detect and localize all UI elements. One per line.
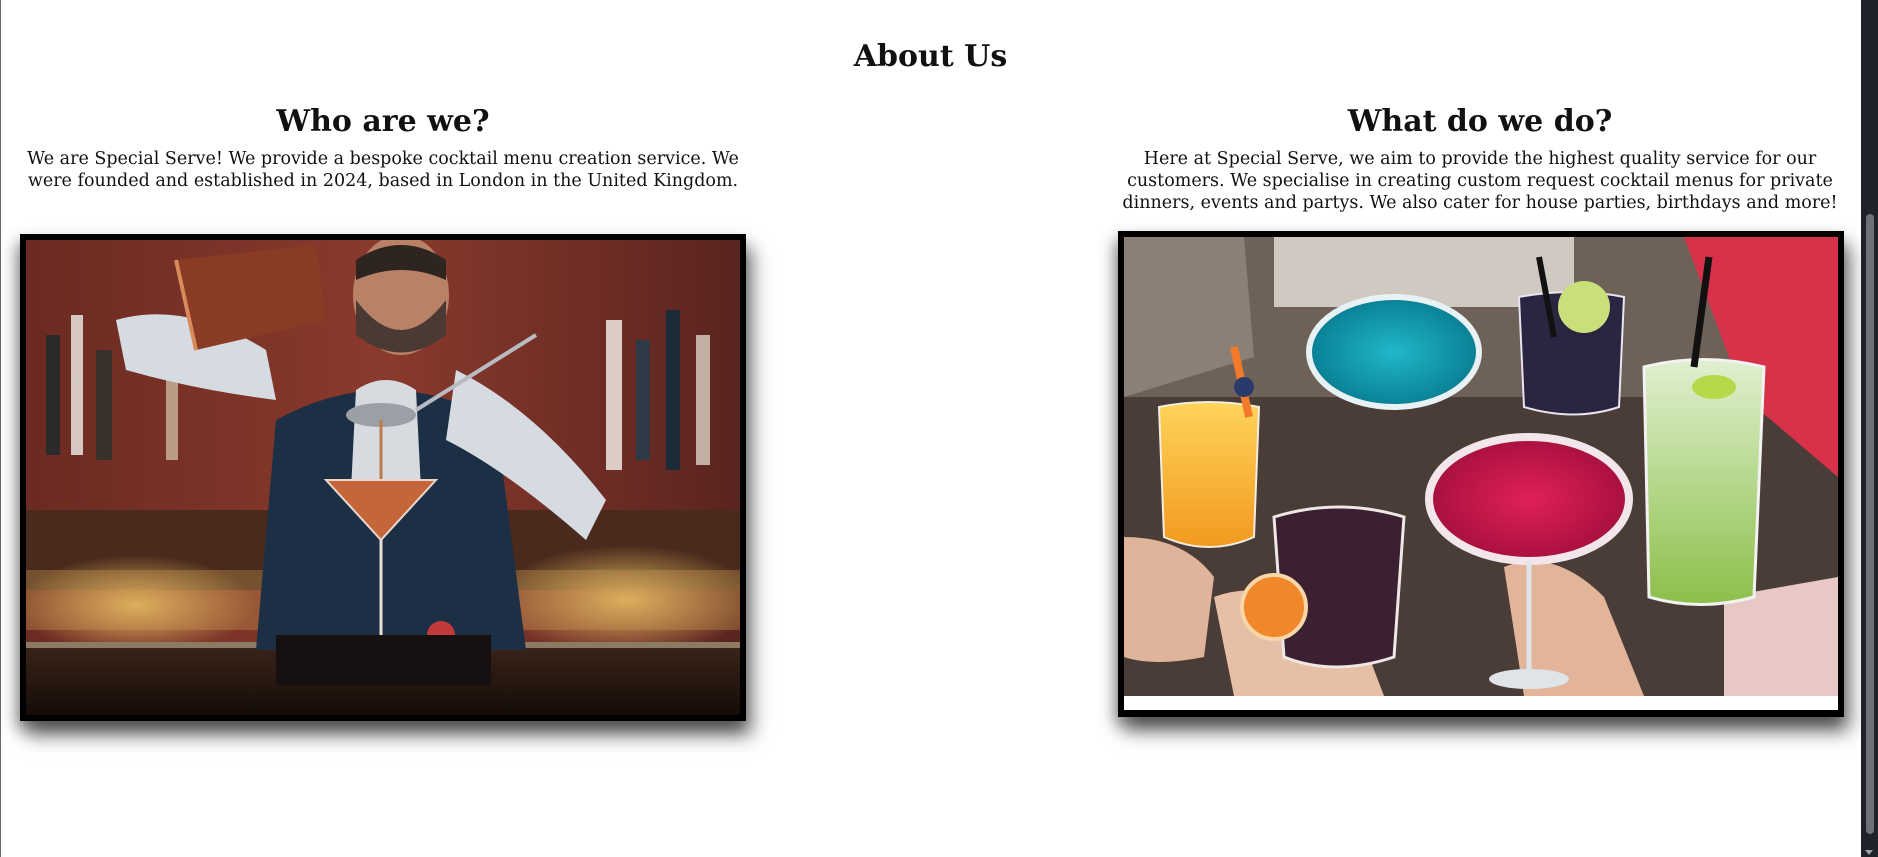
scroll-down-icon[interactable] (1865, 850, 1873, 855)
cocktails-image (1124, 237, 1838, 696)
section-text-what: Here at Special Serve, we aim to provide… (1122, 149, 1838, 213)
section-heading-who: Who are we? (276, 104, 490, 139)
section-heading-what: What do we do? (1347, 104, 1613, 139)
image-bottom-strip (1124, 696, 1838, 710)
section-text-who: We are Special Serve! We provide a bespo… (27, 149, 739, 191)
what-do-we-do-section: What do we do? Here at Special Serve, we… (1112, 104, 1848, 214)
scrollbar-thumb[interactable] (1866, 214, 1874, 834)
page-title: About Us (853, 39, 1008, 74)
who-are-we-section: Who are we? We are Special Serve! We pro… (18, 104, 748, 192)
page-left-edge (0, 0, 1, 857)
bartender-photo (20, 234, 746, 721)
cocktails-photo (1118, 231, 1844, 717)
bartender-image (26, 240, 740, 715)
page-scrollbar[interactable] (1861, 0, 1878, 857)
